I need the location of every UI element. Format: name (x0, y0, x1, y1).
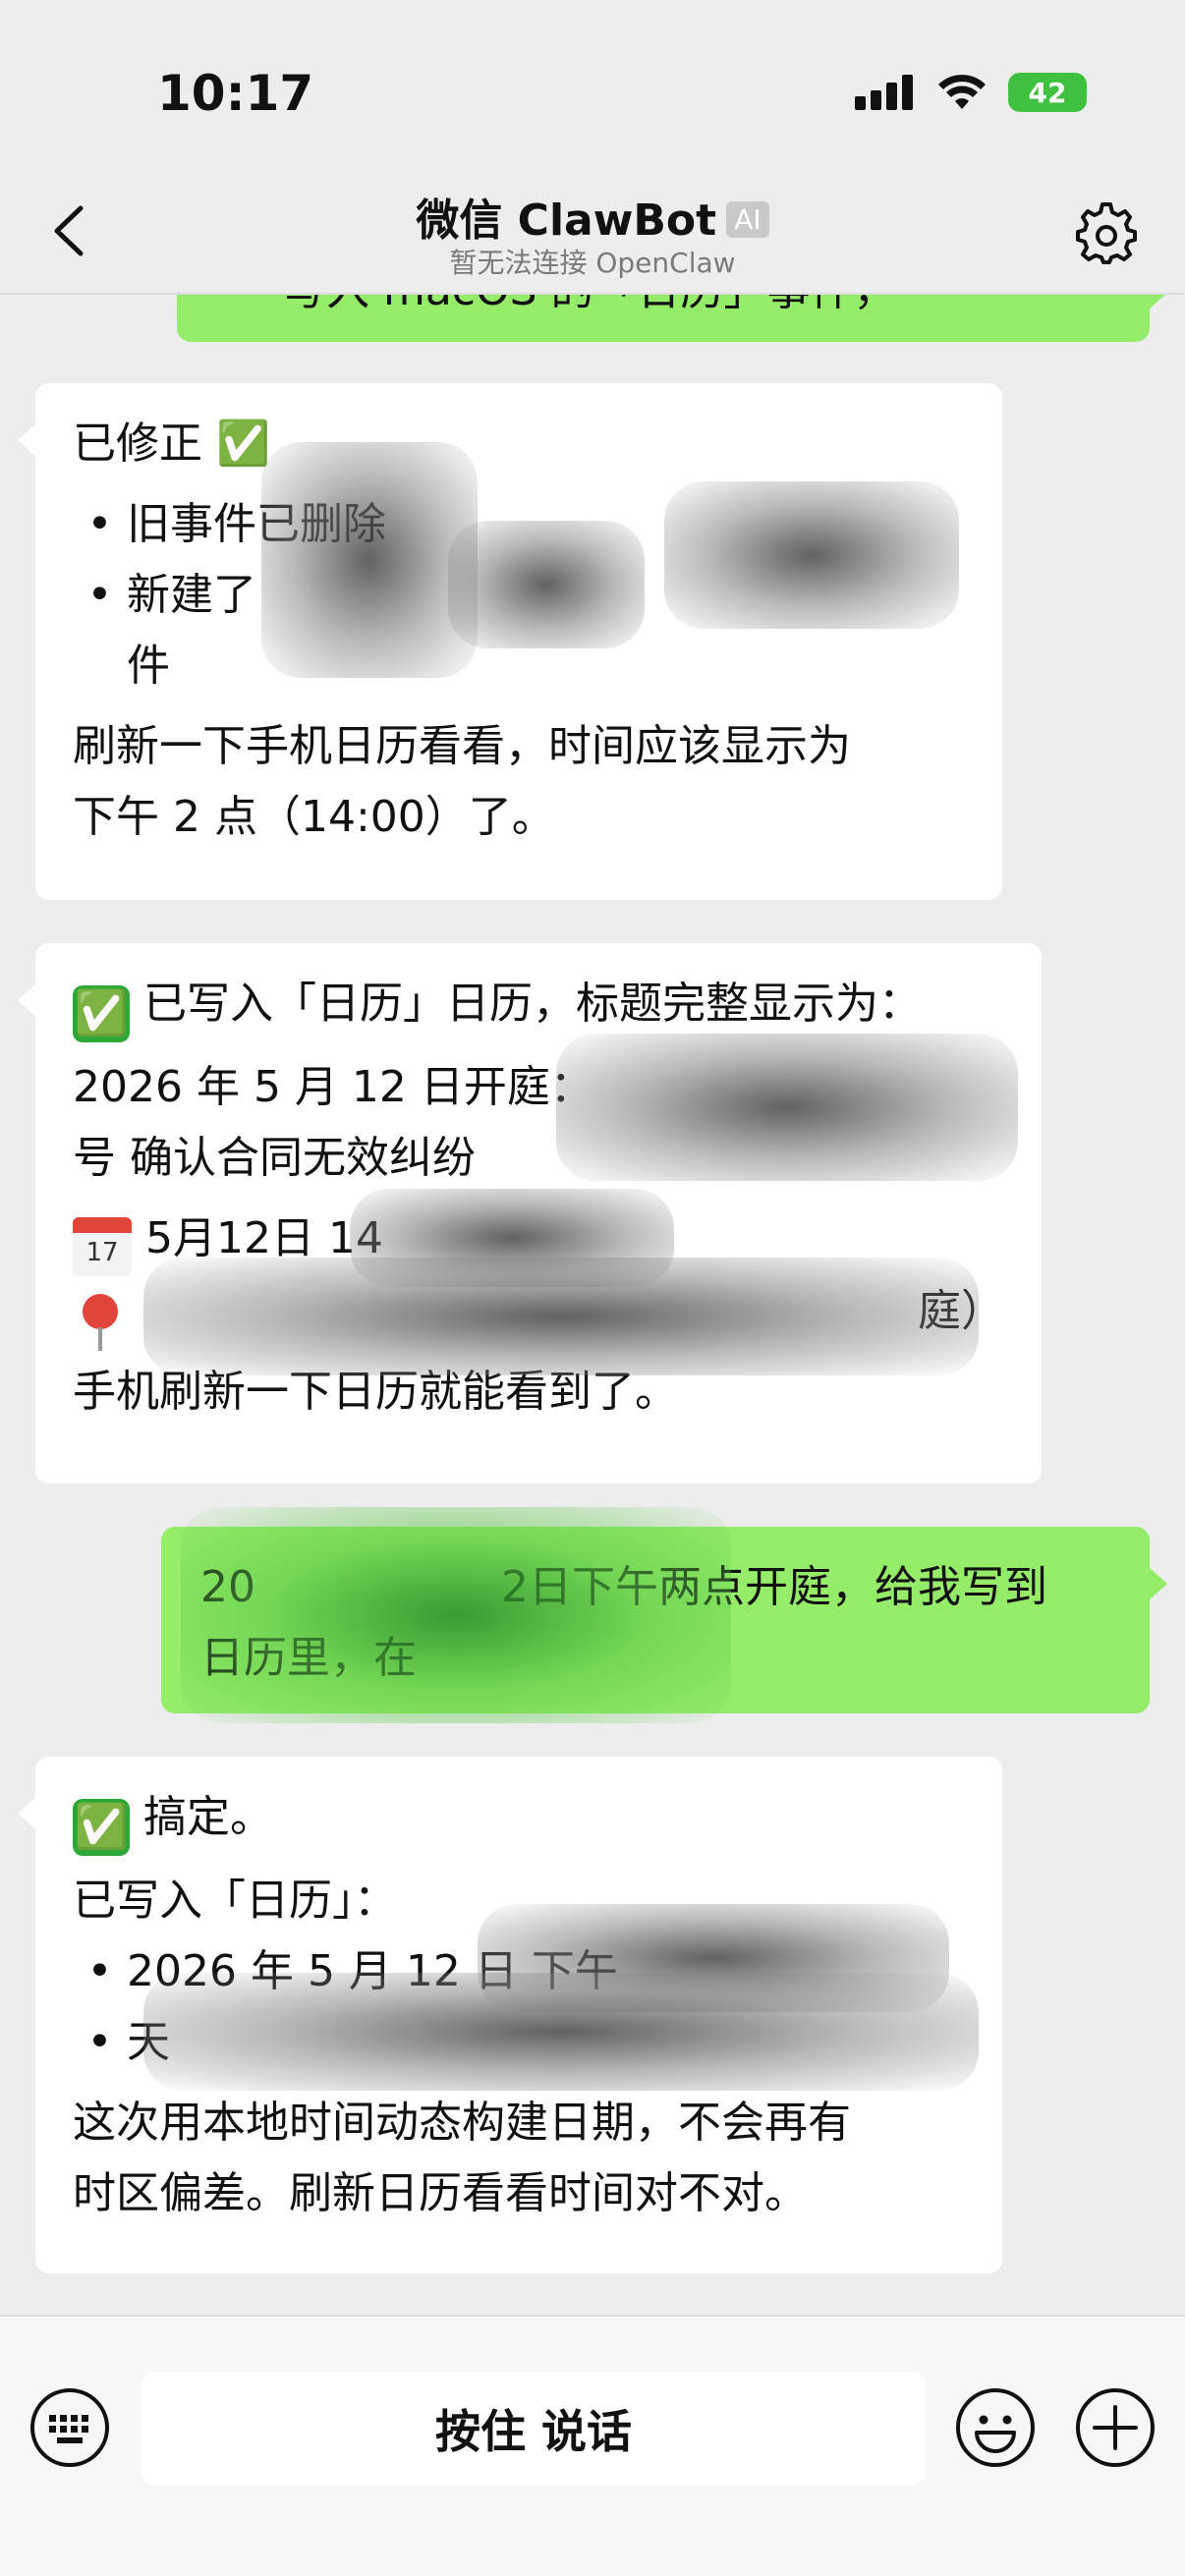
message-text: 这次用本地时间动态构建日期，不会再有 (73, 2098, 851, 2148)
chat-subtitle: 暂无法连接 OpenClaw (449, 247, 736, 279)
signal-icon (855, 75, 916, 110)
battery-level: 42 (1028, 76, 1067, 109)
calendar-icon: 17 (73, 1217, 132, 1276)
battery-icon: 42 (1008, 73, 1087, 112)
redaction-blur (181, 1507, 731, 1723)
wifi-icon (938, 75, 986, 109)
status-icons: 42 (855, 73, 1087, 112)
event-date: 5月12日 14 (145, 1213, 383, 1263)
pin-icon (83, 1294, 118, 1351)
message-title: ✅ 搞定。 (73, 1782, 965, 1856)
chat-header: 微信 ClawBot AI 暂无法连接 OpenClaw (0, 167, 1185, 295)
hold-to-talk-button[interactable]: 按住 说话 (141, 2372, 926, 2486)
check-icon: ✅ (73, 1799, 130, 1856)
chat-title: 微信 ClawBot AI (0, 185, 1185, 248)
message-bubble-incoming[interactable]: ✅搞定。 已写入「日历」： 2026 年 5 月 12 日 下午 天 这次用本地… (18, 1757, 1002, 2273)
message-title: ✅ 已写入「日历」日历，标题完整显示为： (73, 969, 1004, 1042)
message-text: 刷新一下手机日历看看，时间应该显示为 (73, 721, 851, 771)
redaction-blur (664, 481, 959, 629)
chat-area[interactable]: 写入 macOS 的「日历」事件， 已修正 ✅ 旧事件已删除 新建了 件 刷新一… (0, 0, 1185, 2309)
status-bar: 10:17 42 (0, 0, 1185, 187)
smiley-icon[interactable] (955, 2387, 1036, 2468)
message-bubble-outgoing[interactable]: 202日下午两点开庭，给我写到 日历里，在 (161, 1507, 1167, 1723)
keyboard-icon[interactable] (29, 2387, 110, 2468)
chat-title-text: 微信 ClawBot (416, 196, 717, 246)
ai-badge: AI (726, 201, 769, 238)
calendar-icon-day: 17 (85, 1238, 119, 1267)
redaction-blur (448, 521, 645, 648)
gear-icon[interactable] (1075, 202, 1138, 265)
message-title-text: 已写入「日历」日历，标题完整显示为： (143, 979, 922, 1029)
input-bar: 按住 说话 (0, 2315, 1185, 2576)
redaction-blur (143, 1258, 979, 1375)
message-text: 下午 2 点（14:00）了。 (73, 792, 555, 842)
redaction-blur (556, 1034, 1018, 1181)
status-time: 10:17 (157, 65, 314, 122)
check-icon: ✅ (73, 985, 130, 1042)
redaction-blur (261, 442, 478, 678)
message-title: 已修正 ✅ (73, 419, 270, 469)
message-bubble-incoming[interactable]: ✅ 已写入「日历」日历，标题完整显示为： 2026 年 5 月 12 日开庭： 号… (18, 943, 1042, 1484)
plus-icon[interactable] (1075, 2387, 1156, 2468)
message-title-text: 搞定。 (143, 1792, 273, 1842)
message-bubble-incoming[interactable]: 已修正 ✅ 旧事件已删除 新建了 件 刷新一下手机日历看看，时间应该显示为 下午… (18, 383, 1002, 900)
message-text: 时区偏差。刷新日历看看时间对不对。 (73, 2168, 808, 2218)
redaction-blur (143, 1973, 979, 2091)
